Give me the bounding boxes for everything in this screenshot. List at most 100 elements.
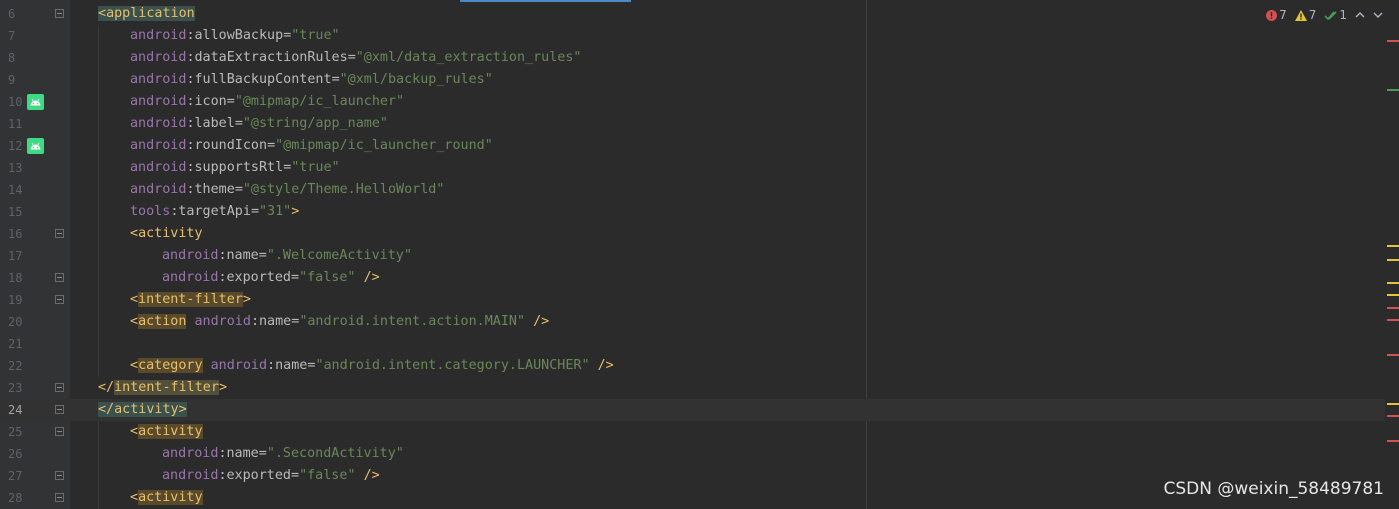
code-line[interactable]: 23 </intent-filter>	[0, 377, 1385, 399]
line-number: 17	[8, 249, 23, 263]
fold-end-icon[interactable]	[55, 405, 64, 415]
line-number: 23	[8, 381, 23, 395]
code-line[interactable]: 10 android:icon="@mipmap/ic_launcher"	[0, 91, 1385, 113]
chevron-down-icon[interactable]	[1373, 11, 1383, 19]
line-number: 8	[8, 51, 16, 65]
code-line[interactable]: 9 android:fullBackupContent="@xml/backup…	[0, 69, 1385, 91]
warning-marker[interactable]	[1387, 282, 1399, 284]
code-line[interactable]: 19 <intent-filter>	[0, 289, 1385, 311]
code-line[interactable]: 7 android:allowBackup="true"	[0, 25, 1385, 47]
fold-collapse-icon[interactable]	[55, 493, 64, 503]
code-text: android:icon="@mipmap/ic_launcher"	[130, 94, 405, 109]
code-line[interactable]: 25 <activity	[0, 421, 1385, 443]
code-text: <activity	[130, 424, 203, 439]
code-text: android:fullBackupContent="@xml/backup_r…	[130, 72, 493, 87]
line-number: 20	[8, 315, 23, 329]
code-text: </activity>	[98, 402, 187, 417]
error-marker[interactable]	[1387, 307, 1399, 309]
line-number: 16	[8, 227, 23, 241]
line-number: 9	[8, 73, 16, 87]
code-text: android:exported="false" />	[162, 468, 380, 483]
fold-collapse-icon[interactable]	[55, 229, 64, 239]
line-number: 6	[8, 7, 16, 21]
error-marker[interactable]	[1387, 440, 1399, 442]
line-number: 21	[8, 337, 23, 351]
fold-collapse-icon[interactable]	[55, 9, 64, 19]
line-number: 11	[8, 117, 23, 131]
code-text: android:supportsRtl="true"	[130, 160, 340, 175]
watermark: CSDN @weixin_58489781	[1163, 479, 1384, 499]
code-line[interactable]: 26 android:name=".SecondActivity"	[0, 443, 1385, 465]
code-line[interactable]: 17 android:name=".WelcomeActivity"	[0, 245, 1385, 267]
line-number: 25	[8, 425, 23, 439]
code-line[interactable]: 22 <category android:name="android.inten…	[0, 355, 1385, 377]
code-line[interactable]: 20 <action android:name="android.intent.…	[0, 311, 1385, 333]
code-line[interactable]: 16 <activity	[0, 223, 1385, 245]
warning-count[interactable]: 7	[1294, 8, 1316, 22]
code-text: android:allowBackup="true"	[130, 28, 340, 43]
code-text: <action android:name="android.intent.act…	[130, 314, 550, 329]
line-number: 15	[8, 205, 23, 219]
code-text: tools:targetApi="31">	[130, 204, 300, 219]
fold-collapse-icon[interactable]	[55, 295, 64, 305]
line-number: 13	[8, 161, 23, 175]
change-marker[interactable]	[1387, 89, 1399, 91]
code-text: android:theme="@style/Theme.HelloWorld"	[130, 182, 445, 197]
code-text: android:dataExtractionRules="@xml/data_e…	[130, 50, 582, 65]
code-text: android:name=".SecondActivity"	[162, 446, 404, 461]
code-text: android:roundIcon="@mipmap/ic_launcher_r…	[130, 138, 493, 153]
line-number: 7	[8, 29, 16, 43]
code-text: <category android:name="android.intent.c…	[130, 358, 614, 373]
code-text: <intent-filter>	[130, 292, 251, 307]
error-icon	[1266, 9, 1278, 21]
fold-end-icon[interactable]	[55, 471, 64, 481]
warning-marker[interactable]	[1387, 403, 1399, 405]
fold-collapse-icon[interactable]	[55, 427, 64, 437]
error-stripe[interactable]	[1385, 0, 1399, 509]
fold-end-icon[interactable]	[55, 383, 64, 393]
error-marker[interactable]	[1387, 415, 1399, 417]
double-check-icon	[1324, 10, 1337, 20]
code-text: </intent-filter>	[98, 380, 227, 395]
code-text: android:name=".WelcomeActivity"	[162, 248, 412, 263]
code-text: <application	[98, 6, 195, 21]
android-resource-icon[interactable]	[27, 138, 44, 154]
fold-end-icon[interactable]	[55, 273, 64, 283]
code-line-current[interactable]: 24 </activity>	[0, 399, 1385, 421]
line-number: 19	[8, 293, 23, 307]
active-tab-indicator	[460, 0, 631, 2]
line-number: 22	[8, 359, 23, 373]
line-number: 18	[8, 271, 23, 285]
line-number: 14	[8, 183, 23, 197]
code-line[interactable]: 6 <application	[0, 3, 1385, 25]
weak-warning-count[interactable]: 1	[1324, 8, 1347, 22]
line-number: 26	[8, 447, 23, 461]
warning-icon	[1294, 9, 1307, 21]
inspection-widget[interactable]: 7 7 1	[1266, 6, 1383, 24]
code-line[interactable]: 18 android:exported="false" />	[0, 267, 1385, 289]
error-marker[interactable]	[1387, 354, 1399, 356]
code-line[interactable]: 12 android:roundIcon="@mipmap/ic_launche…	[0, 135, 1385, 157]
warning-marker[interactable]	[1387, 294, 1399, 296]
indent-guide	[98, 421, 99, 509]
line-number: 27	[8, 469, 23, 483]
android-resource-icon[interactable]	[27, 94, 44, 110]
warning-marker[interactable]	[1387, 259, 1399, 261]
warning-marker[interactable]	[1387, 245, 1399, 247]
error-marker[interactable]	[1387, 319, 1399, 321]
chevron-up-icon[interactable]	[1355, 11, 1365, 19]
indent-guide	[98, 25, 99, 377]
code-text: <activity	[130, 490, 203, 505]
line-number: 24	[8, 403, 23, 417]
code-line[interactable]: 21	[0, 333, 1385, 355]
code-line[interactable]: 15 tools:targetApi="31">	[0, 201, 1385, 223]
code-editor[interactable]: 6 <application 7 android:allowBackup="tr…	[0, 3, 1385, 509]
error-marker[interactable]	[1387, 40, 1399, 42]
error-count[interactable]: 7	[1266, 8, 1287, 22]
code-text: android:label="@string/app_name"	[130, 116, 388, 131]
code-line[interactable]: 13 android:supportsRtl="true"	[0, 157, 1385, 179]
code-line[interactable]: 8 android:dataExtractionRules="@xml/data…	[0, 47, 1385, 69]
code-line[interactable]: 14 android:theme="@style/Theme.HelloWorl…	[0, 179, 1385, 201]
code-line[interactable]: 11 android:label="@string/app_name"	[0, 113, 1385, 135]
code-text: <activity	[130, 226, 203, 241]
